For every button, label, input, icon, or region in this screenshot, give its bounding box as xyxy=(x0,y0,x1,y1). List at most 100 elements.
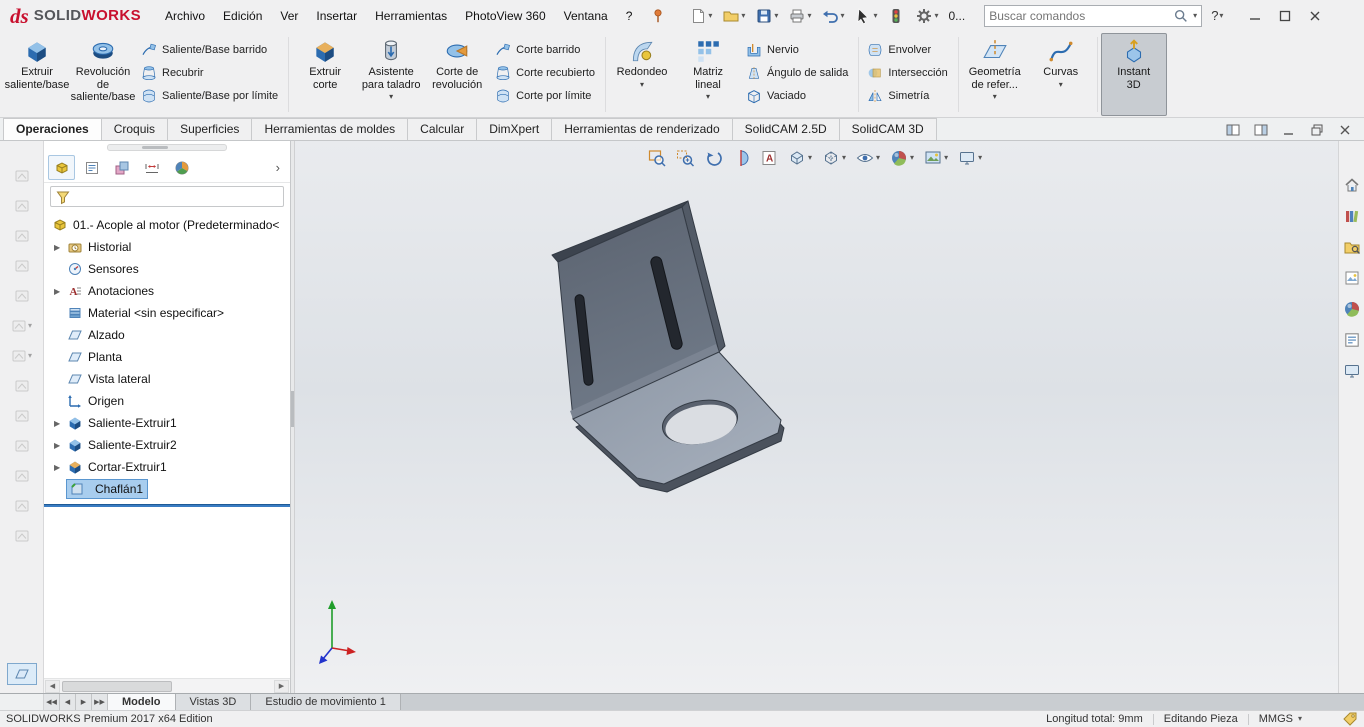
reference-geometry-button[interactable]: Geometría de refer... ▾ xyxy=(962,33,1028,116)
options-button[interactable]: ▾ xyxy=(911,4,942,28)
minimize-button[interactable] xyxy=(1240,4,1270,28)
left-tool-icon-7[interactable]: ▾ xyxy=(7,345,37,367)
mirror-button[interactable]: Simetría xyxy=(862,84,954,107)
panel-resize-handle[interactable] xyxy=(44,141,290,154)
intersect-button[interactable]: Intersección xyxy=(862,61,954,84)
apply-scene-button[interactable]: ▾ xyxy=(921,146,951,170)
fm-tab-configurations[interactable] xyxy=(108,155,135,180)
undo-button[interactable]: ▾ xyxy=(817,4,848,28)
left-tool-icon-2[interactable] xyxy=(7,195,37,217)
swept-boss-button[interactable]: Saliente/Base barrido xyxy=(136,38,285,61)
expand-arrow[interactable]: ▶ xyxy=(54,441,67,450)
tab-calcular[interactable]: Calcular xyxy=(407,118,478,140)
fm-expand-button[interactable]: › xyxy=(270,160,286,175)
print-button[interactable]: ▾ xyxy=(784,4,815,28)
scroll-thumb[interactable] xyxy=(62,680,172,692)
zoom-to-fit-button[interactable] xyxy=(645,146,669,170)
taskpane-custom-properties-button[interactable] xyxy=(1340,328,1364,352)
extrude-boss-button[interactable]: Extruir saliente/base xyxy=(4,33,70,116)
zoom-to-area-button[interactable] xyxy=(673,146,697,170)
bracket-model[interactable] xyxy=(551,200,785,493)
fm-tab-dimxpert[interactable] xyxy=(138,155,165,180)
model-canvas[interactable] xyxy=(295,141,1338,693)
doc-restore-button[interactable] xyxy=(1308,122,1326,138)
taskpane-view-palette-button[interactable] xyxy=(1340,266,1364,290)
left-tool-icon-8[interactable] xyxy=(7,375,37,397)
scroll-track[interactable] xyxy=(60,680,274,693)
lofted-cut-button[interactable]: Corte recubierto xyxy=(490,61,602,84)
fm-tab-properties[interactable] xyxy=(78,155,105,180)
fm-tab-display[interactable] xyxy=(168,155,195,180)
scroll-left-button[interactable]: ◀ xyxy=(45,679,60,693)
menu-insertar[interactable]: Insertar xyxy=(307,4,366,28)
shell-button[interactable]: Vaciado xyxy=(741,84,855,107)
hole-wizard-button[interactable]: Asistente para taladro ▾ xyxy=(358,33,424,116)
left-tool-icon-13[interactable] xyxy=(7,525,37,547)
view-orientation-button[interactable]: ▾ xyxy=(785,146,815,170)
taskpane-forum-button[interactable] xyxy=(1340,359,1364,383)
tab-operaciones[interactable]: Operaciones xyxy=(3,118,102,140)
tab-croquis[interactable]: Croquis xyxy=(100,118,169,140)
rib-button[interactable]: Nervio xyxy=(741,38,855,61)
rebuild-button[interactable] xyxy=(883,4,909,28)
menu-ventana[interactable]: Ventana xyxy=(555,4,617,28)
tree-item-vista-lateral[interactable]: Vista lateral xyxy=(44,368,290,390)
left-tool-icon-5[interactable] xyxy=(7,285,37,307)
curves-button[interactable]: Curvas ▾ xyxy=(1028,33,1094,116)
menu-archivo[interactable]: Archivo xyxy=(156,4,214,28)
rollback-bar[interactable] xyxy=(44,504,290,507)
left-tool-icon-active[interactable] xyxy=(6,663,37,685)
taskpane-design-library-button[interactable] xyxy=(1340,204,1364,228)
tab-solidcam-25d[interactable]: SolidCAM 2.5D xyxy=(731,118,840,140)
expand-arrow[interactable]: ▶ xyxy=(54,287,67,296)
tree-item-sensores[interactable]: Sensores xyxy=(44,258,290,280)
status-tag-icon[interactable] xyxy=(1342,711,1358,727)
left-tool-icon-1[interactable] xyxy=(7,165,37,187)
dropdown-arrow[interactable]: ▾ xyxy=(640,80,644,88)
draft-button[interactable]: Ángulo de salida xyxy=(741,61,855,84)
left-tool-icon-11[interactable] xyxy=(7,465,37,487)
tree-item-anotaciones[interactable]: ▶ Anotaciones xyxy=(44,280,290,302)
tab-scroll-next-button[interactable]: ▶ xyxy=(76,694,92,710)
search-icon[interactable] xyxy=(1173,8,1189,24)
revolve-boss-button[interactable]: Revolución de saliente/base xyxy=(70,33,136,116)
search-dropdown-arrow[interactable]: ▾ xyxy=(1192,11,1197,20)
menu-edicion[interactable]: Edición xyxy=(214,4,271,28)
model-tab-modelo[interactable]: Modelo xyxy=(108,694,176,710)
doc-close-button[interactable] xyxy=(1336,122,1354,138)
graphics-viewport[interactable]: ▾ ▾ ▾ ▾ ▾ ▾ xyxy=(295,141,1338,693)
toolbar-overflow-button[interactable]: 0... xyxy=(945,4,970,28)
selected-item[interactable]: Chaflán1 xyxy=(65,479,149,499)
dropdown-arrow[interactable]: ▾ xyxy=(706,93,710,101)
section-view-button[interactable] xyxy=(729,146,753,170)
view-settings-button[interactable]: ▾ xyxy=(955,146,985,170)
status-units[interactable]: MMGS xyxy=(1259,713,1293,725)
fillet-button[interactable]: Redondeo ▾ xyxy=(609,33,675,116)
taskpane-appearances-button[interactable] xyxy=(1340,297,1364,321)
expand-arrow[interactable]: ▶ xyxy=(54,463,67,472)
annotation-views-button[interactable] xyxy=(757,146,781,170)
tab-scroll-prev-button[interactable]: ◀ xyxy=(60,694,76,710)
taskpane-resources-button[interactable] xyxy=(1340,173,1364,197)
fm-tab-features[interactable] xyxy=(48,155,75,180)
edit-appearance-button[interactable]: ▾ xyxy=(887,146,917,170)
pin-menu-button[interactable] xyxy=(648,6,668,26)
select-button[interactable]: ▾ xyxy=(850,4,881,28)
close-button[interactable] xyxy=(1300,4,1330,28)
taskpane-file-explorer-button[interactable] xyxy=(1340,235,1364,259)
tree-item-historial[interactable]: ▶ Historial xyxy=(44,236,290,258)
help-button[interactable]: ? ▾ xyxy=(1203,5,1231,26)
tab-superficies[interactable]: Superficies xyxy=(167,118,253,140)
display-style-button[interactable]: ▾ xyxy=(819,146,849,170)
menu-help[interactable]: ? xyxy=(617,4,642,28)
dropdown-arrow[interactable]: ▾ xyxy=(389,93,393,101)
tree-item-alzado[interactable]: Alzado xyxy=(44,324,290,346)
linear-pattern-button[interactable]: Matriz lineal ▾ xyxy=(675,33,741,116)
menu-herramientas[interactable]: Herramientas xyxy=(366,4,456,28)
extrude-cut-button[interactable]: Extruir corte xyxy=(292,33,358,116)
tab-solidcam-3d[interactable]: SolidCAM 3D xyxy=(838,118,937,140)
save-button[interactable]: ▾ xyxy=(751,4,782,28)
model-tab-estudio-de-movimiento-1[interactable]: Estudio de movimiento 1 xyxy=(251,694,401,710)
menu-photoview-360[interactable]: PhotoView 360 xyxy=(456,4,555,28)
scroll-right-button[interactable]: ▶ xyxy=(274,679,289,693)
